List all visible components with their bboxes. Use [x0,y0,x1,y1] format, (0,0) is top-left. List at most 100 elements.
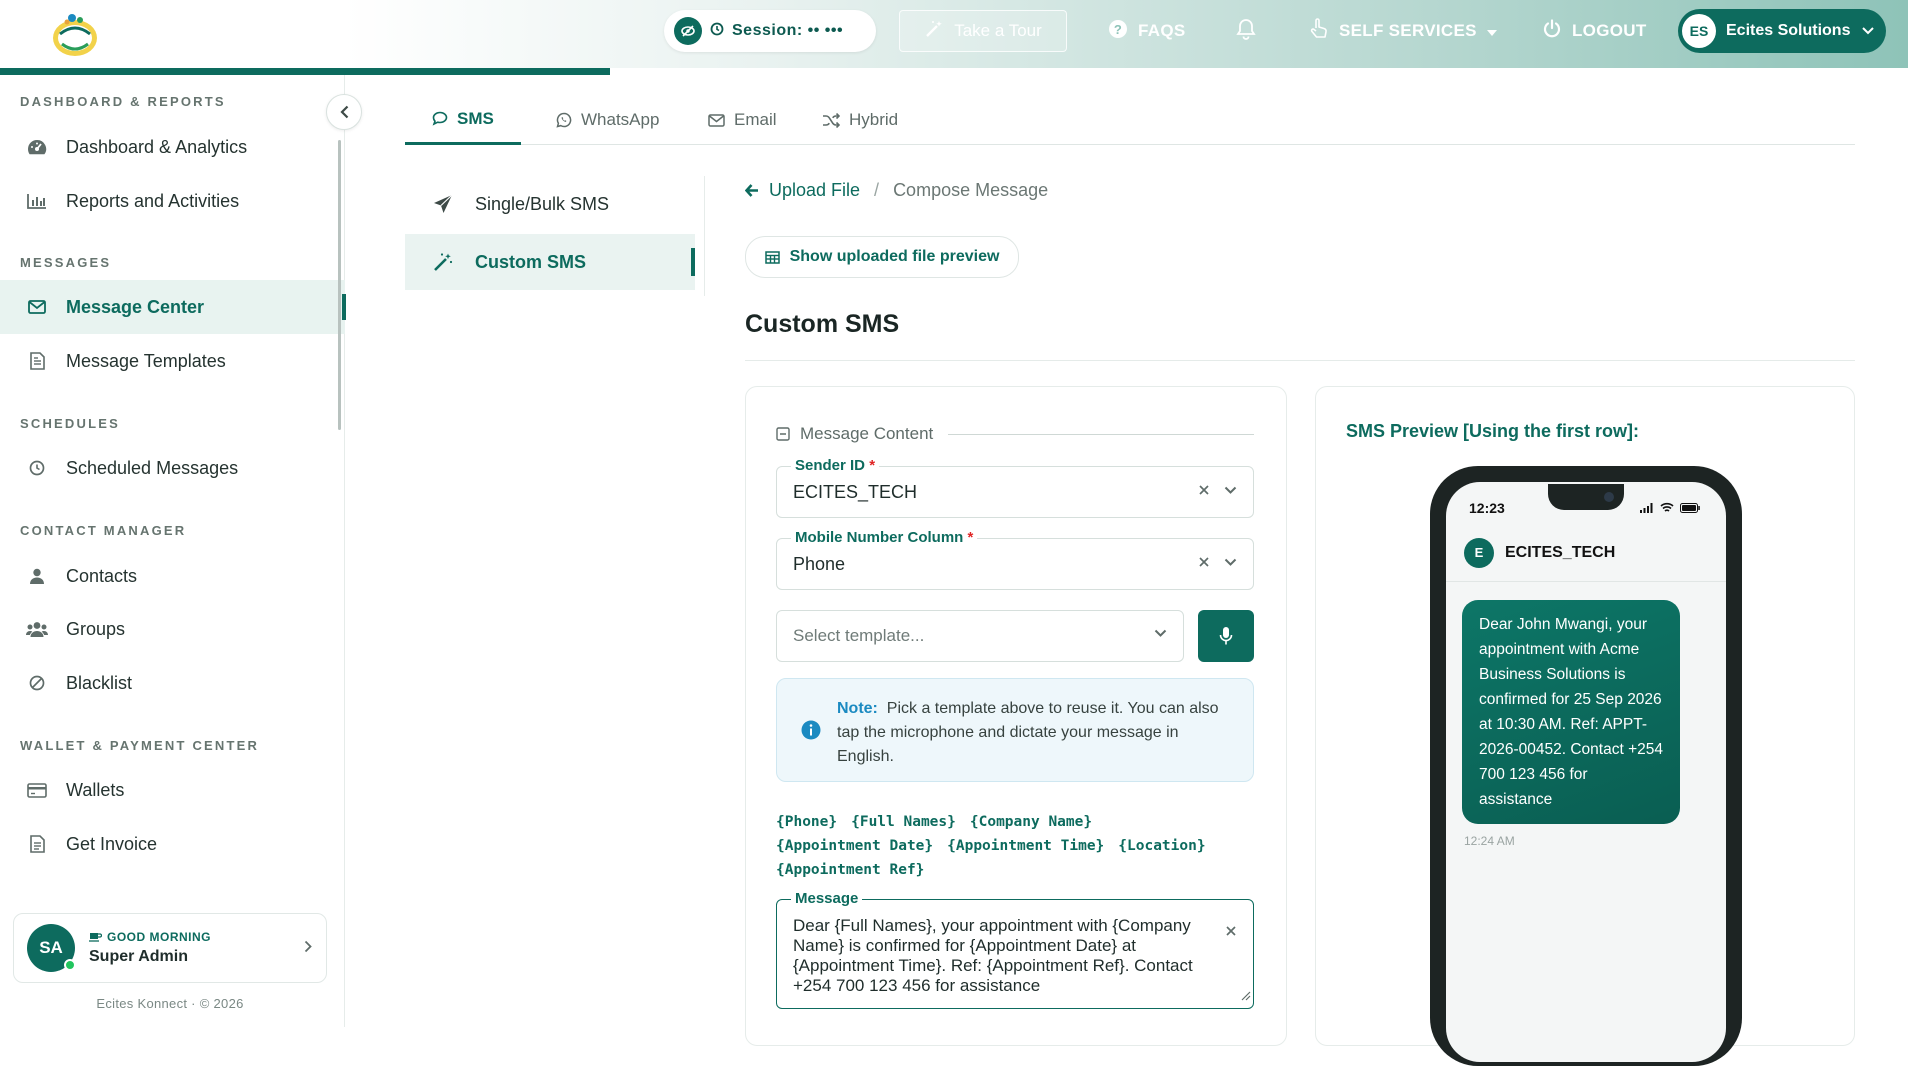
sidebar-item-reports-activities[interactable]: Reports and Activities [0,174,345,228]
faqs-link[interactable]: ? FAQS [1108,0,1186,62]
chevron-down-icon [1862,27,1875,35]
faqs-label: FAQS [1138,21,1186,40]
mobile-number-column-select[interactable]: Mobile Number Column * Phone [776,529,1254,590]
logout-button[interactable]: LOGOUT [1542,0,1647,62]
conversation-header: E ECITES_TECH [1446,524,1726,582]
placeholder-tag[interactable]: {Appointment Date} [776,834,933,858]
comment-icon [432,111,448,126]
mobile-number-column-value: Phone [793,553,846,574]
sidebar-item-get-invoice[interactable]: Get Invoice [0,817,345,871]
tab-sms[interactable]: SMS [405,95,521,145]
user-name: Super Admin [89,948,188,965]
message-textarea[interactable]: Message Dear {Full Names}, your appointm… [776,889,1254,1009]
svg-text:?: ? [1114,22,1122,37]
sidebar-item-label: Reports and Activities [66,190,240,211]
logout-label: LOGOUT [1572,21,1647,40]
sms-preview-title: SMS Preview [Using the first row]: [1346,421,1640,441]
clear-icon[interactable] [1198,556,1210,568]
gauge-icon [26,139,48,155]
tour-label: Take a Tour [954,21,1042,40]
online-status-dot [64,959,76,971]
self-services-label: SELF SERVICES [1339,21,1477,40]
sidebar-item-label: Wallets [66,779,125,800]
whatsapp-icon [556,112,572,128]
question-circle-icon: ? [1108,19,1128,44]
clock-icon [26,460,48,476]
magic-wand-icon [433,252,453,272]
battery-icon [1680,502,1700,513]
divider [745,360,1855,361]
page-title: Custom SMS [745,310,900,338]
user-initials: SA [39,938,63,957]
sender-id-select[interactable]: Sender ID * ECITES_TECH [776,457,1254,518]
chevron-down-icon[interactable] [1224,486,1237,494]
sidebar-scrollbar[interactable] [338,140,341,430]
user-icon [26,568,48,584]
sidebar-item-scheduled-messages[interactable]: Scheduled Messages [0,441,345,495]
users-icon [26,621,48,637]
sidebar-item-label: Blacklist [66,672,133,693]
user-name: Ecites Solutions [1726,22,1851,39]
message-value: Dear {Full Names}, your appointment with… [793,916,1193,995]
placeholder-tag[interactable]: {Appointment Time} [947,834,1104,858]
placeholder-tag[interactable]: {Full Names} [851,810,956,834]
session-indicator[interactable]: Session: •• ••• [664,10,876,52]
template-placeholder: Select template... [793,626,925,645]
sidebar-item-contacts[interactable]: Contacts [0,549,345,603]
tab-email[interactable]: Email [681,95,804,145]
clock-icon [710,22,724,41]
placeholder-tag[interactable]: {Company Name} [970,810,1092,834]
sidebar-item-label: Message Templates [66,350,226,371]
sidebar-item-label: Contacts [66,565,138,586]
section-dashboard-reports: DASHBOARD & REPORTS [20,94,226,109]
session-label: Session: •• ••• [732,22,844,39]
paper-plane-icon [433,194,453,214]
message-bubble: Dear John Mwangi, your appointment with … [1462,600,1680,824]
message-label: Message [791,889,863,909]
section-messages: MESSAGES [20,255,112,270]
placeholder-tag[interactable]: {Appointment Ref} [776,858,924,882]
sidebar-item-dashboard-analytics[interactable]: Dashboard & Analytics [0,120,345,174]
minus-square-icon [776,427,790,441]
clear-icon[interactable] [1225,922,1237,942]
avatar: SA [27,924,76,972]
envelope-icon [708,113,725,127]
sidebar-item-wallets[interactable]: Wallets [0,763,345,817]
caret-down-icon [1486,21,1497,41]
user-menu[interactable]: ES Ecites Solutions [1678,9,1886,53]
tab-hybrid[interactable]: Hybrid [795,95,925,145]
tab-label: Email [734,110,777,129]
section-contact-manager: CONTACT MANAGER [20,523,187,538]
section-schedules: SCHEDULES [20,416,120,431]
sidebar-item-message-templates[interactable]: Message Templates [0,334,345,388]
take-a-tour-button[interactable]: Take a Tour [899,10,1067,52]
submenu-custom-sms[interactable]: Custom SMS [405,234,695,290]
chevron-down-icon[interactable] [1224,558,1237,566]
clear-icon[interactable] [1198,484,1210,496]
sidebar-item-label: Scheduled Messages [66,457,239,478]
message-content-legend[interactable]: Message Content [776,424,933,444]
collapse-sidebar-button[interactable] [326,94,362,130]
sidebar-item-message-center[interactable]: Message Center [0,280,346,334]
template-select[interactable]: Select template... [776,610,1184,662]
bell-icon [1236,18,1256,45]
notifications-button[interactable] [1236,0,1256,62]
greeting: GOOD MORNING [107,930,211,944]
placeholder-tag[interactable]: {Location} [1118,834,1205,858]
arrow-left-icon [745,184,759,197]
placeholder-tag[interactable]: {Phone} [776,810,837,834]
sidebar-item-groups[interactable]: Groups [0,602,345,656]
resize-handle-icon[interactable] [1239,986,1251,1006]
submenu-single-bulk-sms[interactable]: Single/Bulk SMS [405,176,695,232]
logo[interactable] [48,8,102,60]
tab-whatsapp[interactable]: WhatsApp [529,95,686,145]
section-wallet-payment: WALLET & PAYMENT CENTER [20,738,260,753]
self-services-menu[interactable]: SELF SERVICES [1309,0,1497,62]
sidebar-item-blacklist[interactable]: Blacklist [0,656,345,710]
channel-tabs: SMS WhatsApp Email Hybrid [405,95,1855,145]
microphone-button[interactable] [1198,610,1254,662]
sender-id-label-text: Sender ID [795,457,866,474]
breadcrumb-upload-file-link[interactable]: Upload File [745,180,860,201]
show-file-preview-button[interactable]: Show uploaded file preview [745,236,1019,278]
user-profile-card[interactable]: SA GOOD MORNING Super Admin [13,913,327,983]
